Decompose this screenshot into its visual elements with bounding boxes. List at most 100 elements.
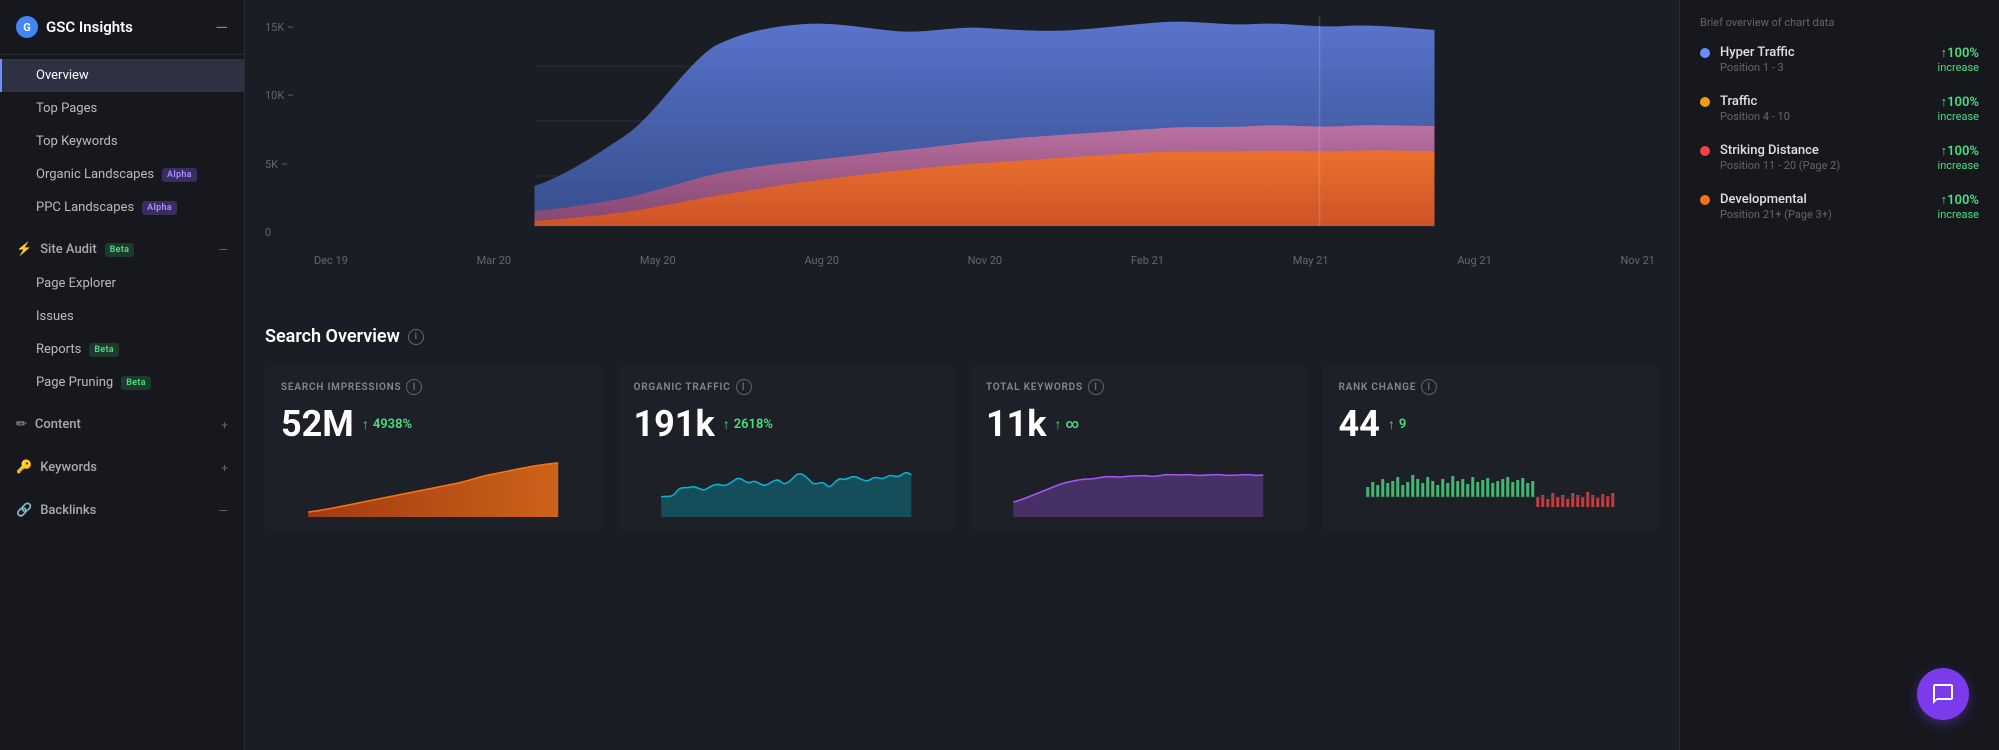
chart-wrapper: 15K – 10K – 5K – 0: [265, 16, 1659, 267]
nav-item-issues[interactable]: Issues: [0, 300, 244, 333]
chart-y-labels: 15K – 10K – 5K – 0: [265, 21, 305, 239]
nav-section-gsc: Overview Top Pages Top Keywords Organic …: [0, 55, 244, 228]
organic-value: 191k: [634, 403, 715, 445]
beta-badge-site-audit: Beta: [105, 243, 135, 257]
collapse-icon-backlinks[interactable]: —: [219, 504, 228, 518]
x-label-aug20: Aug 20: [804, 254, 838, 267]
top-area: 15K – 10K – 5K – 0: [245, 0, 1999, 310]
chart-section: 15K – 10K – 5K – 0: [245, 0, 1679, 310]
keywords-info-icon[interactable]: i: [1088, 379, 1104, 395]
rank-sparkline: [1339, 457, 1644, 517]
x-label-may21: May 21: [1293, 254, 1329, 267]
keywords-value-row: 11k ↑ ∞: [986, 403, 1291, 445]
collapse-icon-keywords[interactable]: +: [221, 461, 228, 475]
striking-change: ↑100% increase: [1938, 143, 1979, 172]
developmental-pct: ↑100%: [1938, 192, 1979, 208]
organic-pct: 2618%: [734, 417, 773, 432]
key-icon: 🔑: [16, 460, 32, 475]
y-label-0: 0: [265, 226, 305, 239]
chart-x-labels: Dec 19 Mar 20 May 20 Aug 20 Nov 20 Feb 2…: [310, 254, 1659, 267]
content-label: Content: [35, 417, 81, 432]
impressions-value-row: 52M ↑ 4938%: [281, 403, 586, 445]
keywords-label: Keywords: [40, 460, 97, 475]
x-label-aug21: Aug 21: [1457, 254, 1491, 267]
developmental-dot: [1700, 195, 1710, 205]
nav-item-ppc-landscapes[interactable]: PPC Landscapes Alpha: [0, 191, 244, 224]
striking-subtitle: Position 11 - 20 (Page 2): [1720, 159, 1938, 172]
impressions-change: ↑ 4938%: [362, 416, 412, 433]
chart-svg: [310, 16, 1659, 246]
sidebar-collapse-btn[interactable]: —: [216, 18, 229, 37]
hyper-traffic-change: ↑100% increase: [1938, 45, 1979, 74]
nav-section-keywords: 🔑 Keywords +: [0, 446, 244, 489]
metrics-grid: SEARCH IMPRESSIONS i 52M ↑ 4938%: [265, 363, 1659, 533]
collapse-icon-site-audit[interactable]: —: [219, 243, 228, 257]
keywords-label-metric: TOTAL KEYWORDS i: [986, 379, 1291, 395]
impressions-sparkline: [281, 457, 586, 517]
metric-card-keywords: TOTAL KEYWORDS i 11k ↑ ∞: [970, 363, 1307, 533]
developmental-info: Developmental Position 21+ (Page 3+): [1720, 192, 1938, 221]
content-label-group: ✏ Content: [16, 417, 81, 432]
organic-sparkline: [634, 457, 939, 517]
nav-item-page-explorer[interactable]: Page Explorer: [0, 267, 244, 300]
impressions-pct: 4938%: [373, 417, 412, 432]
sidebar-header: G GSC Insights —: [0, 0, 244, 55]
nav-item-top-pages[interactable]: Top Pages: [0, 92, 244, 125]
search-overview-section: Search Overview i SEARCH IMPRESSIONS i 5…: [245, 310, 1679, 750]
traffic-pct: ↑100%: [1938, 94, 1979, 110]
keywords-label-group: 🔑 Keywords: [16, 460, 97, 475]
rank-value-row: 44 ↑ 9: [1339, 403, 1644, 445]
rank-label: RANK CHANGE i: [1339, 379, 1644, 395]
collapse-icon-content[interactable]: +: [221, 418, 228, 432]
nav-group-content[interactable]: ✏ Content +: [0, 407, 244, 442]
organic-value-row: 191k ↑ 2618%: [634, 403, 939, 445]
backlinks-label-group: 🔗 Backlinks: [16, 503, 96, 518]
developmental-change: ↑100% increase: [1938, 192, 1979, 221]
chat-button[interactable]: [1917, 668, 1969, 720]
metric-card-rank: RANK CHANGE i 44 ↑ 9: [1323, 363, 1660, 533]
nav-item-overview[interactable]: Overview: [0, 59, 244, 92]
impressions-label: SEARCH IMPRESSIONS i: [281, 379, 586, 395]
impressions-info-icon[interactable]: i: [406, 379, 422, 395]
rank-info-icon[interactable]: i: [1421, 379, 1437, 395]
striking-pct: ↑100%: [1938, 143, 1979, 159]
sidebar: G GSC Insights — Overview Top Pages Top …: [0, 0, 245, 750]
nav-group-keywords[interactable]: 🔑 Keywords +: [0, 450, 244, 485]
content-split: 15K – 10K – 5K – 0: [245, 0, 1999, 750]
striking-title: Striking Distance: [1720, 143, 1938, 158]
nav-item-reports[interactable]: Reports Beta: [0, 333, 244, 366]
x-label-dec19: Dec 19: [314, 254, 348, 267]
organic-arrow: ↑: [723, 416, 730, 433]
x-label-mar20: Mar 20: [477, 254, 511, 267]
search-overview-info-icon[interactable]: i: [408, 329, 424, 345]
beta-badge-reports: Beta: [89, 343, 119, 357]
nav-item-organic-landscapes[interactable]: Organic Landscapes Alpha: [0, 158, 244, 191]
legend-panel: Brief overview of chart data Hyper Traff…: [1679, 0, 1999, 310]
nav-group-site-audit[interactable]: ⚡ Site Audit Beta —: [0, 232, 244, 267]
app-logo: G GSC Insights: [16, 16, 133, 38]
developmental-subtitle: Position 21+ (Page 3+): [1720, 208, 1938, 221]
keywords-arrow: ↑: [1055, 416, 1062, 433]
nav-item-top-keywords[interactable]: Top Keywords: [0, 125, 244, 158]
app-title: GSC Insights: [46, 18, 133, 36]
search-overview-label: Search Overview: [265, 326, 400, 347]
developmental-label: increase: [1938, 208, 1979, 221]
nav-group-backlinks[interactable]: 🔗 Backlinks —: [0, 493, 244, 528]
rank-change: ↑ 9: [1388, 416, 1406, 433]
y-label-15k: 15K –: [265, 21, 305, 34]
search-overview-title: Search Overview i: [265, 326, 1659, 347]
logo-icon: G: [16, 16, 38, 38]
pen-icon: ✏: [16, 417, 27, 432]
alpha-badge-ppc: Alpha: [142, 201, 177, 215]
keywords-pct: ∞: [1066, 417, 1080, 432]
organic-info-icon[interactable]: i: [736, 379, 752, 395]
traffic-change: ↑100% increase: [1938, 94, 1979, 123]
x-label-feb21: Feb 21: [1131, 254, 1164, 267]
alpha-badge: Alpha: [162, 168, 197, 182]
legend-item-hyper-traffic: Hyper Traffic Position 1 - 3 ↑100% incre…: [1700, 45, 1979, 74]
rank-value: 44: [1339, 403, 1380, 445]
nav-section-backlinks: 🔗 Backlinks —: [0, 489, 244, 532]
nav-item-page-pruning[interactable]: Page Pruning Beta: [0, 366, 244, 399]
hyper-traffic-info: Hyper Traffic Position 1 - 3: [1720, 45, 1938, 74]
keywords-sparkline: [986, 457, 1291, 517]
